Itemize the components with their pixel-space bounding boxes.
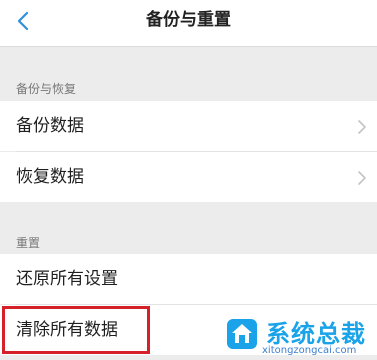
- backup-reset-screen: 备份与重置 备份与恢复 备份数据 恢复数据 重置 还原所有设置 清除所有数据 系…: [0, 0, 377, 360]
- row-restore-all-settings[interactable]: 还原所有设置: [0, 254, 377, 304]
- highlight-box: [2, 306, 150, 354]
- chevron-right-icon: [358, 120, 366, 134]
- section-header-reset: 重置: [16, 236, 41, 250]
- section-header-backup-restore: 备份与恢复: [16, 82, 77, 96]
- watermark-url: xitongzongcai.com: [262, 345, 357, 356]
- top-bar: 备份与重置: [0, 0, 377, 47]
- chevron-right-icon: [358, 171, 366, 185]
- row-label: 备份数据: [16, 116, 84, 136]
- watermark: 系统总裁 xitongzongcai.com: [226, 318, 377, 360]
- watermark-brand: 系统总裁: [266, 320, 366, 348]
- row-restore-data[interactable]: 恢复数据: [0, 152, 377, 202]
- page-title: 备份与重置: [146, 10, 231, 30]
- row-backup-data[interactable]: 备份数据: [0, 101, 377, 151]
- row-label: 还原所有设置: [16, 269, 118, 289]
- row-label: 恢复数据: [16, 167, 84, 187]
- house-logo-icon: [227, 319, 257, 349]
